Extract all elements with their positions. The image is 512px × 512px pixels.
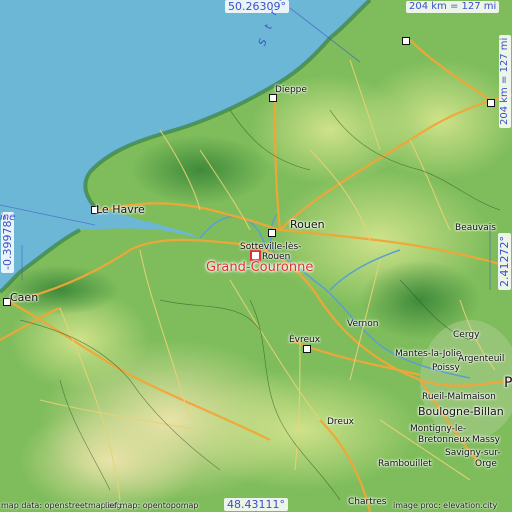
city-marker[interactable] [269, 94, 277, 102]
place-label-dieppe[interactable]: Dieppe [275, 86, 307, 95]
relief-patch [250, 75, 410, 185]
place-label-rambouillet[interactable]: Rambouillet [378, 460, 432, 469]
city-marker[interactable] [268, 229, 276, 237]
city-marker[interactable] [402, 37, 410, 45]
place-label-vernon[interactable]: Vernon [347, 320, 378, 329]
attribution-elevation[interactable]: image proc: elevation.city [393, 502, 497, 510]
relief-patch [20, 405, 200, 512]
scale-right-label: 204 km = 127 mi [499, 34, 511, 128]
place-label-montigny-2[interactable]: Bretonneux [418, 436, 470, 445]
coord-right-label: 2.41272° [498, 233, 511, 290]
place-label-mantes[interactable]: Mantes-la-Jolie [395, 350, 461, 359]
attribution-osm[interactable]: map data: openstreetmap.org [1, 502, 121, 510]
place-label-rouen[interactable]: Rouen [290, 219, 325, 230]
place-label-dreux[interactable]: Dreux [327, 418, 354, 427]
place-label-cergy[interactable]: Cergy [453, 331, 479, 340]
place-label-savigny[interactable]: Savigny-sur- [445, 449, 501, 458]
coord-bottom-label: 48.43111° [224, 498, 288, 511]
place-label-montigny[interactable]: Montigny-le- [410, 425, 466, 434]
place-label-caen[interactable]: Caen [10, 292, 38, 303]
city-marker[interactable] [487, 99, 495, 107]
relief-patch [130, 135, 270, 205]
place-label-boulogne[interactable]: Boulogne-Billan [418, 406, 504, 417]
scale-top-label: 204 km = 127 mi [406, 1, 500, 13]
place-label-orge[interactable]: Orge [475, 460, 497, 469]
place-label-argenteuil[interactable]: Argenteuil [458, 355, 504, 364]
place-label-poissy[interactable]: Poissy [432, 364, 460, 373]
place-label-le-havre[interactable]: Le Havre [96, 204, 145, 215]
city-marker[interactable] [303, 345, 311, 353]
attribution-topo[interactable]: lief map: opentopomap [105, 502, 198, 510]
place-label-paris[interactable]: P [504, 376, 512, 390]
place-label-rueil[interactable]: Rueil-Malmaison [422, 393, 496, 402]
place-label-grand-couronne[interactable]: Grand-Couronne [206, 261, 313, 274]
place-label-beauvais[interactable]: Beauvais [455, 224, 496, 233]
place-label-chartres[interactable]: Chartres [348, 498, 386, 507]
place-label-evreux[interactable]: Évreux [289, 336, 320, 345]
place-label-sotteville[interactable]: Sotteville-lès- [240, 243, 301, 252]
left-edge-label: ine [0, 212, 16, 223]
place-label-massy[interactable]: Massy [472, 436, 500, 445]
